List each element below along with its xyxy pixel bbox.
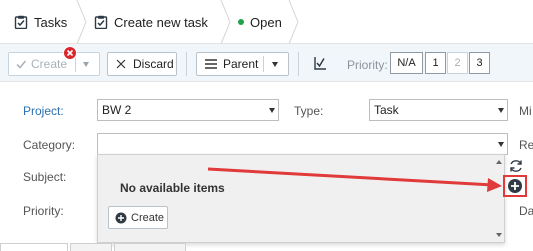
tab-2[interactable] bbox=[70, 243, 112, 251]
tab-3[interactable] bbox=[114, 243, 186, 251]
annotation-arrow bbox=[207, 167, 502, 192]
tab-1[interactable] bbox=[0, 243, 68, 251]
tab-strip bbox=[0, 243, 533, 251]
